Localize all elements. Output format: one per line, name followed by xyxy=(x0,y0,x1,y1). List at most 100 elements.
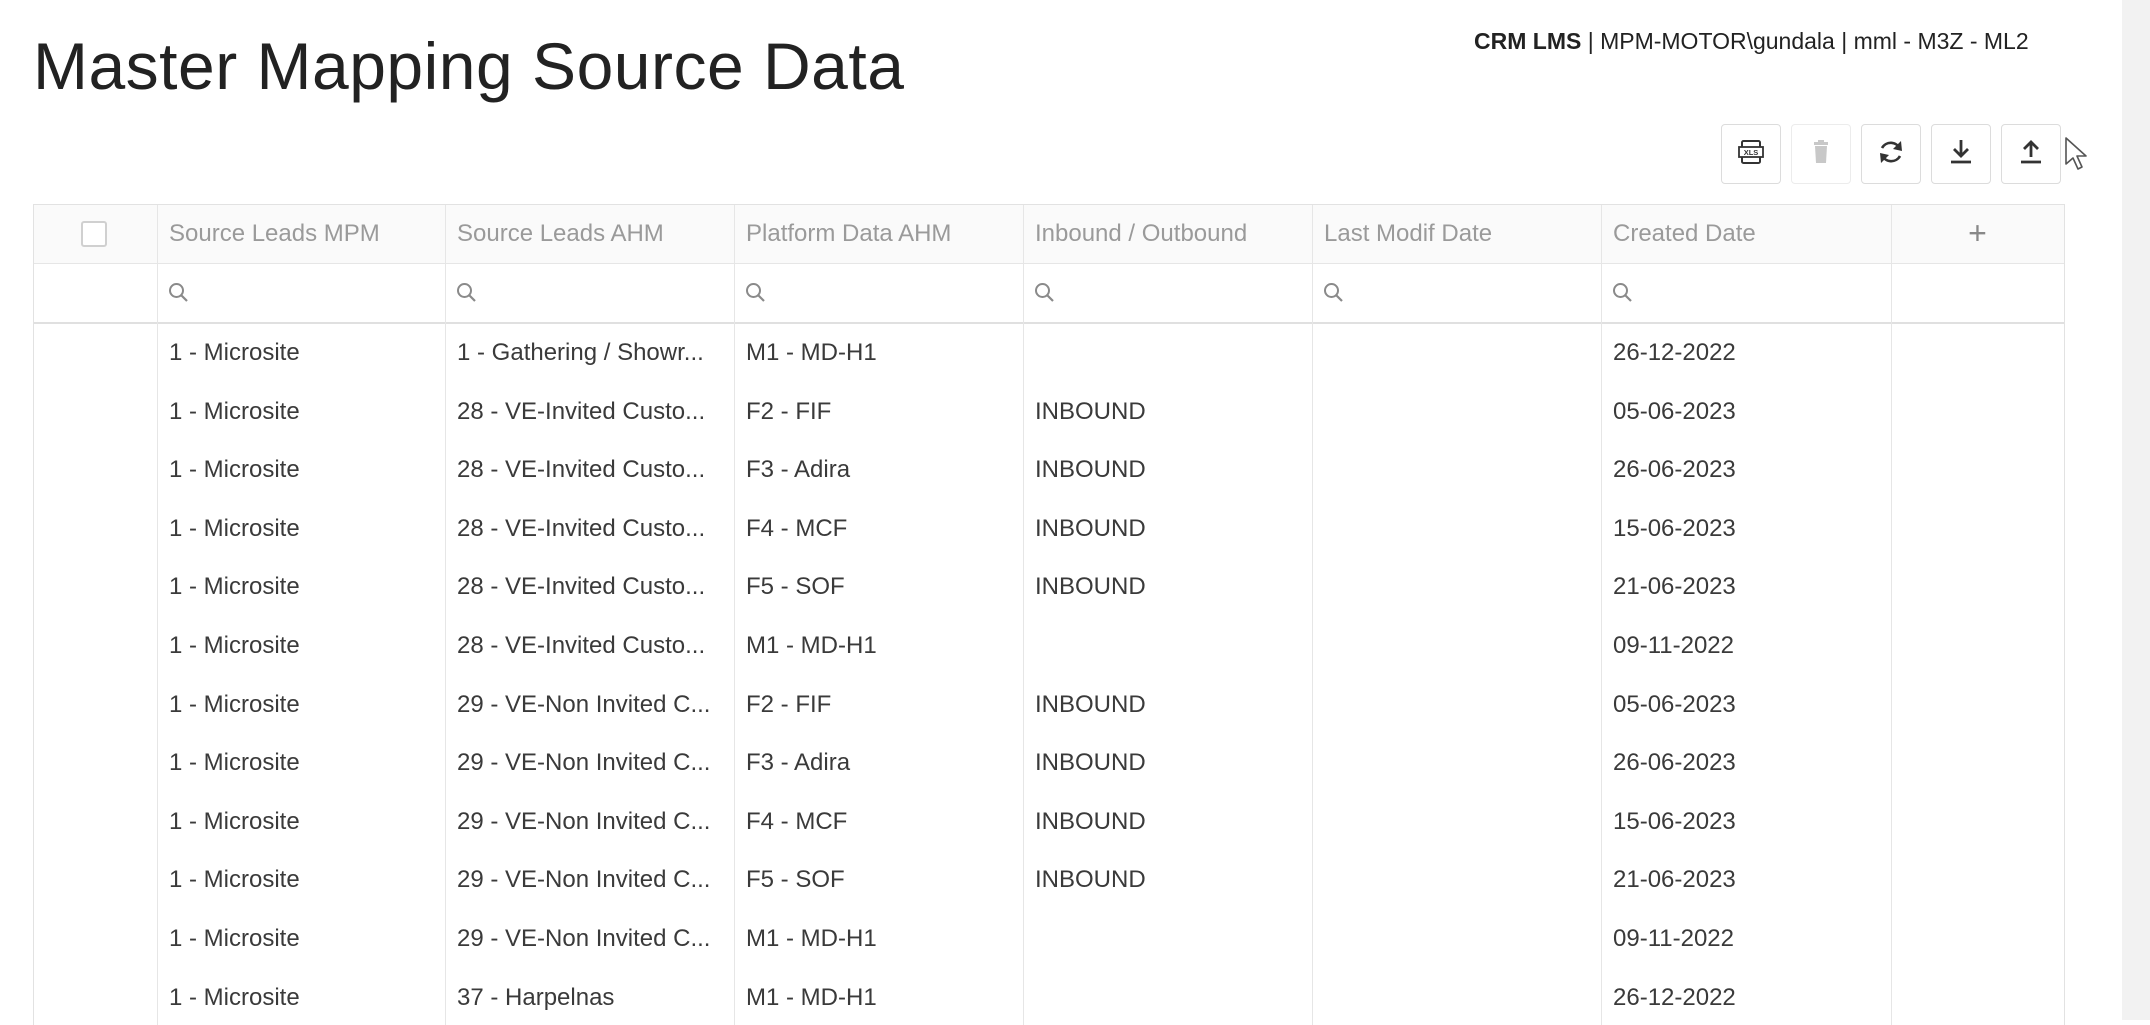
app-info: CRM LMS | MPM-MOTOR\gundala | mml - M3Z … xyxy=(1474,26,2029,56)
cell-created-date: 21-06-2023 xyxy=(1613,573,1736,601)
cell-platform-data-ahm: F3 - Adira xyxy=(746,749,851,777)
window-edge xyxy=(2122,0,2150,1020)
cell-source-leads-ahm: 29 - VE-Non Invited C... xyxy=(457,866,711,894)
cell-source-leads-ahm: 28 - VE-Invited Custo... xyxy=(457,573,706,601)
cell-source-leads-ahm: 29 - VE-Non Invited C... xyxy=(457,807,711,835)
export-xls-button[interactable]: XLS xyxy=(1721,124,1781,184)
cell-inbound-outbound: INBOUND xyxy=(1035,807,1146,835)
xls-icon: XLS xyxy=(1736,137,1766,172)
cell-source-leads-ahm: 29 - VE-Non Invited C... xyxy=(457,925,711,952)
cell-inbound-outbound: INBOUND xyxy=(1035,456,1146,484)
table-row[interactable]: 1 - Microsite 1 - Gathering / Showr... M1 … xyxy=(34,324,2064,383)
cell-source-leads-mpm: 1 - Microsite xyxy=(169,397,300,425)
cell-created-date: 26-12-2022 xyxy=(1613,983,1736,1011)
cell-created-date: 15-06-2023 xyxy=(1613,807,1736,835)
filter-source-leads-mpm-search-icon[interactable] xyxy=(166,280,192,306)
cell-platform-data-ahm: F5 - SOF xyxy=(746,866,845,894)
cell-created-date: 15-06-2023 xyxy=(1613,514,1736,542)
cell-inbound-outbound: INBOUND xyxy=(1035,749,1146,777)
cell-inbound-outbound: INBOUND xyxy=(1035,866,1146,894)
cell-source-leads-ahm: 37 - Harpelnas xyxy=(457,983,615,1011)
cell-last-modif-date xyxy=(1312,441,1601,500)
cell-platform-data-ahm: F2 - FIF xyxy=(746,690,832,718)
cell-source-leads-mpm: 1 - Microsite xyxy=(169,632,300,659)
refresh-icon xyxy=(1876,137,1906,172)
filter-created-date-search-icon[interactable] xyxy=(1610,280,1636,306)
cell-platform-data-ahm: M1 - MD-H1 xyxy=(746,339,877,366)
cell-platform-data-ahm: M1 - MD-H1 xyxy=(746,983,877,1011)
data-grid: Source Leads MPM Source Leads AHM Platfo… xyxy=(33,204,2065,1025)
column-header-platform-data-ahm[interactable]: Platform Data AHM xyxy=(734,205,1023,263)
column-header-last-modif-date[interactable]: Last Modif Date xyxy=(1312,205,1601,263)
svg-text:XLS: XLS xyxy=(1744,148,1759,157)
table-row[interactable]: 1 - Microsite 29 - VE-Non Invited C... M1 … xyxy=(34,910,2064,969)
column-header-inbound-outbound[interactable]: Inbound / Outbound xyxy=(1023,205,1312,263)
cell-platform-data-ahm: F4 - MCF xyxy=(746,514,848,542)
refresh-button[interactable] xyxy=(1861,124,1921,184)
cell-source-leads-mpm: 1 - Microsite xyxy=(169,514,300,542)
cell-source-leads-ahm: 28 - VE-Invited Custo... xyxy=(457,397,706,425)
cell-created-date: 21-06-2023 xyxy=(1613,866,1736,894)
column-header-source-leads-mpm[interactable]: Source Leads MPM xyxy=(157,205,445,263)
column-header-created-date[interactable]: Created Date xyxy=(1601,205,1891,263)
filter-last-modif-date-search-icon[interactable] xyxy=(1321,280,1347,306)
cell-inbound-outbound: INBOUND xyxy=(1035,573,1146,601)
cell-inbound-outbound xyxy=(1023,617,1312,676)
table-row[interactable]: 1 - Microsite 28 - VE-Invited Custo... F2 … xyxy=(34,383,2064,442)
table-row[interactable]: 1 - Microsite 29 - VE-Non Invited C... F4 … xyxy=(34,793,2064,852)
cell-source-leads-mpm: 1 - Microsite xyxy=(169,456,300,484)
cell-last-modif-date xyxy=(1312,969,1601,1025)
cell-source-leads-ahm: 28 - VE-Invited Custo... xyxy=(457,632,706,659)
cell-platform-data-ahm: M1 - MD-H1 xyxy=(746,925,877,952)
filter-inbound-outbound-search-icon[interactable] xyxy=(1032,280,1058,306)
mouse-cursor-icon xyxy=(2065,137,2087,170)
cell-source-leads-mpm: 1 - Microsite xyxy=(169,690,300,718)
grid-header-row: Source Leads MPM Source Leads AHM Platfo… xyxy=(34,205,2064,264)
table-row[interactable]: 1 - Microsite 29 - VE-Non Invited C... F3 … xyxy=(34,734,2064,793)
page-title: Master Mapping Source Data xyxy=(33,29,905,103)
cell-inbound-outbound: INBOUND xyxy=(1035,514,1146,542)
filter-platform-data-ahm-search-icon[interactable] xyxy=(743,280,769,306)
table-row[interactable]: 1 - Microsite 28 - VE-Invited Custo... F4 … xyxy=(34,500,2064,559)
cell-last-modif-date xyxy=(1312,676,1601,735)
cell-source-leads-ahm: 1 - Gathering / Showr... xyxy=(457,339,704,366)
select-all-checkbox[interactable] xyxy=(81,221,107,247)
cell-source-leads-ahm: 28 - VE-Invited Custo... xyxy=(457,456,706,484)
cell-created-date: 05-06-2023 xyxy=(1613,690,1736,718)
table-row[interactable]: 1 - Microsite 28 - VE-Invited Custo... F3 … xyxy=(34,441,2064,500)
cell-last-modif-date xyxy=(1312,793,1601,852)
app-name: CRM LMS xyxy=(1474,28,1582,54)
cell-platform-data-ahm: F2 - FIF xyxy=(746,397,832,425)
table-row[interactable]: 1 - Microsite 28 - VE-Invited Custo... F5 … xyxy=(34,558,2064,617)
cell-platform-data-ahm: M1 - MD-H1 xyxy=(746,632,877,659)
cell-source-leads-mpm: 1 - Microsite xyxy=(169,807,300,835)
table-row[interactable]: 1 - Microsite 28 - VE-Invited Custo... M1 … xyxy=(34,617,2064,676)
trash-icon xyxy=(1806,137,1836,172)
delete-button[interactable] xyxy=(1791,124,1851,184)
cell-inbound-outbound xyxy=(1023,969,1312,1025)
cell-platform-data-ahm: F4 - MCF xyxy=(746,807,848,835)
cell-source-leads-mpm: 1 - Microsite xyxy=(169,866,300,894)
table-row[interactable]: 1 - Microsite 29 - VE-Non Invited C... F2 … xyxy=(34,676,2064,735)
cell-source-leads-mpm: 1 - Microsite xyxy=(169,983,300,1011)
cell-last-modif-date xyxy=(1312,558,1601,617)
cell-source-leads-mpm: 1 - Microsite xyxy=(169,573,300,601)
column-header-source-leads-ahm[interactable]: Source Leads AHM xyxy=(445,205,734,263)
user-context: | MPM-MOTOR\gundala | mml - M3Z - ML2 xyxy=(1581,28,2029,54)
cell-last-modif-date xyxy=(1312,851,1601,910)
table-row[interactable]: 1 - Microsite 37 - Harpelnas M1 - MD-H1 26-… xyxy=(34,969,2064,1025)
cell-created-date: 26-06-2023 xyxy=(1613,749,1736,777)
cell-last-modif-date xyxy=(1312,734,1601,793)
cell-inbound-outbound xyxy=(1023,910,1312,969)
cell-created-date: 05-06-2023 xyxy=(1613,397,1736,425)
cell-created-date: 09-11-2022 xyxy=(1613,925,1734,952)
upload-button[interactable] xyxy=(2001,124,2061,184)
cell-inbound-outbound xyxy=(1023,324,1312,383)
cell-source-leads-ahm: 28 - VE-Invited Custo... xyxy=(457,514,706,542)
add-column-button[interactable]: + xyxy=(1891,205,2064,263)
download-button[interactable] xyxy=(1931,124,1991,184)
table-row[interactable]: 1 - Microsite 29 - VE-Non Invited C... F5 … xyxy=(34,851,2064,910)
cell-last-modif-date xyxy=(1312,500,1601,559)
cell-last-modif-date xyxy=(1312,617,1601,676)
filter-source-leads-ahm-search-icon[interactable] xyxy=(454,280,480,306)
